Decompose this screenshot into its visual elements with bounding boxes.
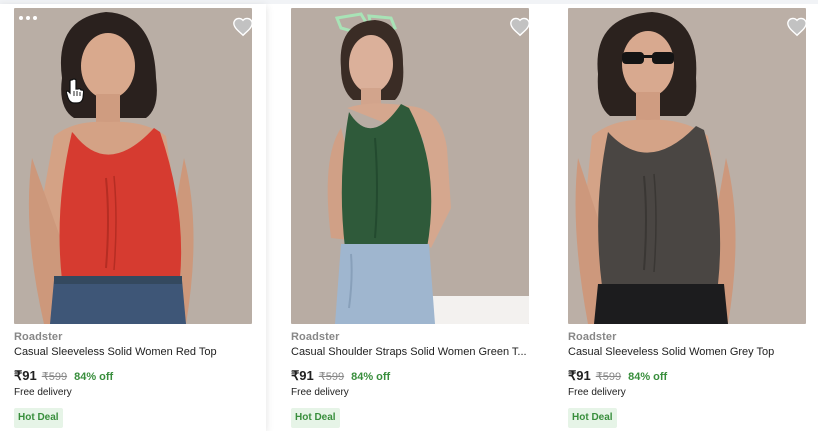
heart-icon[interactable]	[509, 16, 531, 38]
price-row: ₹91 ₹599 84% off	[568, 368, 667, 384]
product-image[interactable]	[14, 8, 252, 324]
price-row: ₹91 ₹599 84% off	[291, 368, 390, 384]
hot-deal-badge: Hot Deal	[568, 408, 617, 428]
product-price: ₹91	[14, 368, 37, 383]
product-title[interactable]: Casual Sleeveless Solid Women Red Top	[14, 346, 258, 358]
delivery-info: Free delivery	[568, 387, 626, 398]
product-image[interactable]	[291, 8, 529, 324]
heart-icon[interactable]	[232, 16, 254, 38]
product-mrp: ₹599	[318, 371, 345, 383]
product-card[interactable]: Roadster Casual Sleeveless Solid Women G…	[554, 4, 818, 431]
product-title[interactable]: Casual Shoulder Straps Solid Women Green…	[291, 346, 535, 358]
product-brand: Roadster	[14, 331, 63, 343]
delivery-info: Free delivery	[14, 387, 72, 398]
product-brand: Roadster	[291, 331, 340, 343]
heart-icon[interactable]	[786, 16, 808, 38]
hot-deal-badge: Hot Deal	[14, 408, 63, 428]
hand-pointer-icon	[65, 78, 85, 104]
product-title[interactable]: Casual Sleeveless Solid Women Grey Top	[568, 346, 812, 358]
product-price: ₹91	[568, 368, 591, 383]
delivery-info: Free delivery	[291, 387, 349, 398]
product-price: ₹91	[291, 368, 314, 383]
product-grid: Roadster Casual Sleeveless Solid Women R…	[0, 0, 818, 431]
product-mrp: ₹599	[41, 371, 68, 383]
hot-deal-badge: Hot Deal	[291, 408, 340, 428]
product-mrp: ₹599	[595, 371, 622, 383]
product-discount: 84% off	[351, 371, 391, 383]
product-image[interactable]	[568, 8, 806, 324]
product-card[interactable]: Roadster Casual Sleeveless Solid Women R…	[0, 4, 266, 431]
more-options-icon[interactable]	[19, 14, 39, 22]
product-discount: 84% off	[628, 371, 668, 383]
product-discount: 84% off	[74, 371, 114, 383]
product-brand: Roadster	[568, 331, 617, 343]
price-row: ₹91 ₹599 84% off	[14, 368, 113, 384]
product-card[interactable]: Roadster Casual Shoulder Straps Solid Wo…	[277, 4, 543, 431]
